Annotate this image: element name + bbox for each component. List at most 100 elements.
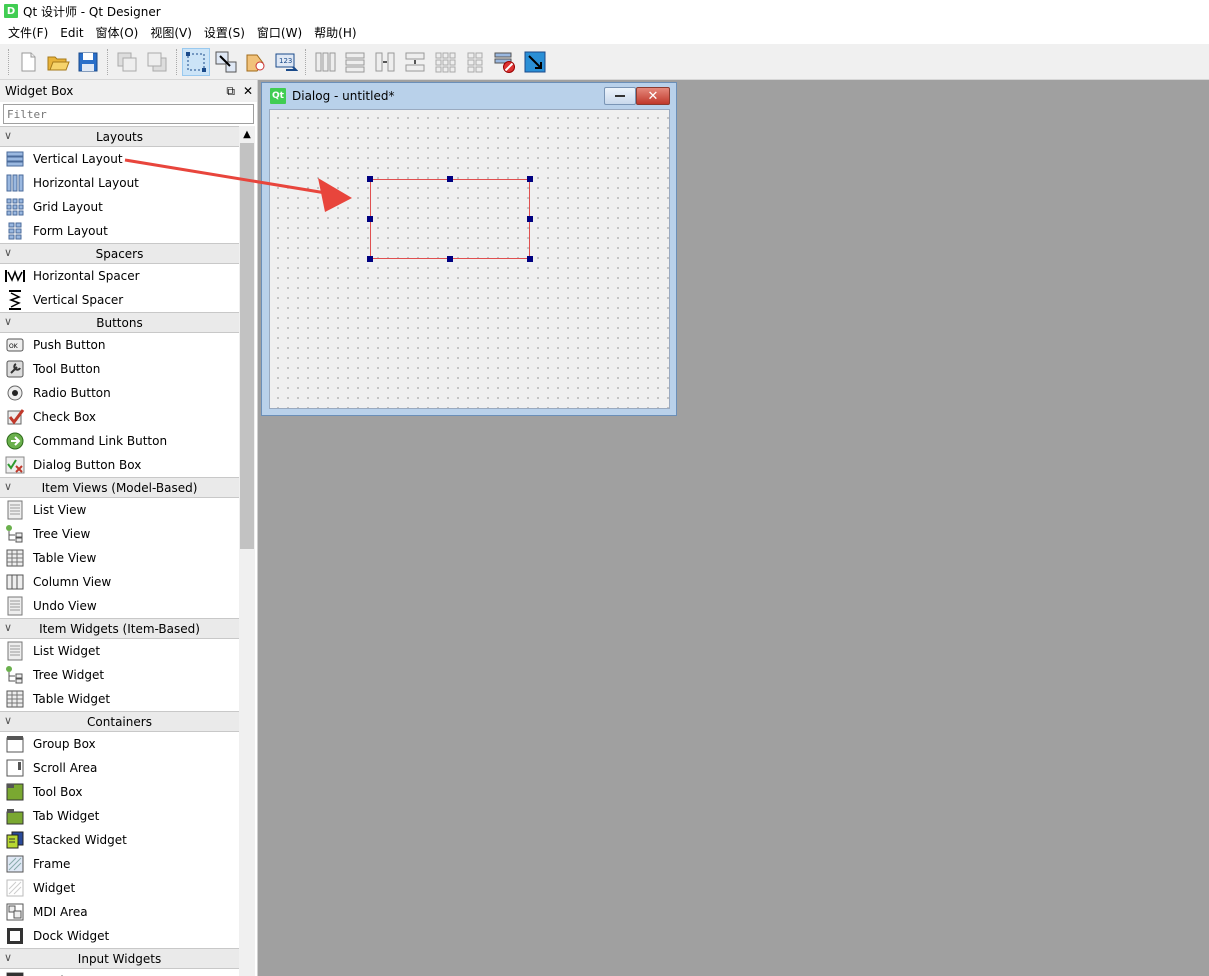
filter-input[interactable] [3,104,254,124]
frame-icon [5,854,25,874]
resize-handle[interactable] [367,216,373,222]
widget-item-horizontal-spacer[interactable]: Horizontal Spacer [0,264,239,288]
layout-horizontal-button[interactable] [311,48,339,76]
category-spacers[interactable]: ∨ Spacers [0,243,239,264]
widget-item-label: Widget [33,881,76,895]
resize-handle[interactable] [527,216,533,222]
new-file-button[interactable] [14,48,42,76]
bring-to-front-button[interactable] [113,48,141,76]
category-buttons[interactable]: ∨ Buttons [0,312,239,333]
category-input-widgets[interactable]: ∨ Input Widgets [0,948,239,969]
widget-item-combo-box[interactable]: Combo Box [0,969,239,976]
tree-widget-icon [5,665,25,685]
list-view-icon [5,500,25,520]
vertical-layout-placeholder[interactable] [370,179,530,259]
dialog-button-box-icon [5,455,25,475]
widget-item-horizontal-layout[interactable]: Horizontal Layout [0,171,239,195]
adjust-size-button[interactable] [521,48,549,76]
widget-item-widget[interactable]: Widget [0,876,239,900]
widget-item-table-widget[interactable]: Table Widget [0,687,239,711]
menu-form[interactable]: 窗体(O) [90,22,145,44]
widget-item-tree-widget[interactable]: Tree Widget [0,663,239,687]
widget-item-tab-widget[interactable]: Tab Widget [0,804,239,828]
menu-help[interactable]: 帮助(H) [308,22,362,44]
widget-item-list-view[interactable]: List View [0,498,239,522]
save-button[interactable] [74,48,102,76]
widget-item-undo-view[interactable]: Undo View [0,594,239,618]
resize-handle[interactable] [367,176,373,182]
edit-widgets-button[interactable] [182,47,210,76]
float-icon[interactable]: ⧉ [226,84,235,99]
widget-item-dialog-button-box[interactable]: Dialog Button Box [0,453,239,477]
widget-item-column-view[interactable]: Column View [0,570,239,594]
command-link-icon [5,431,25,451]
edit-signals-slots-button[interactable] [212,48,240,76]
widget-item-grid-layout[interactable]: Grid Layout [0,195,239,219]
widget-item-label: Table Widget [33,692,111,706]
layout-vertical-button[interactable] [341,48,369,76]
resize-handle[interactable] [447,256,453,262]
resize-handle[interactable] [527,256,533,262]
resize-handle[interactable] [447,176,453,182]
svg-text:123: 123 [279,57,292,65]
resize-handle[interactable] [527,176,533,182]
minimize-button[interactable] [604,87,636,105]
layout-horizontal-splitter-button[interactable] [371,48,399,76]
widget-item-radio-button[interactable]: Radio Button [0,381,239,405]
close-button[interactable]: ✕ [636,87,670,105]
widget-item-label: Vertical Spacer [33,293,124,307]
widget-list: ∨ Layouts Vertical Layout Horizontal Layout… [0,126,239,976]
widget-item-group-box[interactable]: Group Box [0,732,239,756]
dock-widget-icon [5,926,25,946]
toolbar: 123 [0,44,1209,80]
widget-item-tool-button[interactable]: Tool Button [0,357,239,381]
widget-item-tool-box[interactable]: Tool Box [0,780,239,804]
tool-button-icon [5,359,25,379]
horizontal-spacer-icon [5,266,25,286]
widget-item-table-view[interactable]: Table View [0,546,239,570]
menu-window[interactable]: 窗口(W) [251,22,308,44]
widget-item-check-box[interactable]: Check Box [0,405,239,429]
widget-box-scrollbar[interactable]: ▲ [239,126,255,976]
widget-item-command-link-button[interactable]: Command Link Button [0,429,239,453]
widget-item-mdi-area[interactable]: MDI Area [0,900,239,924]
widget-item-vertical-spacer[interactable]: Vertical Spacer [0,288,239,312]
window-titlebar: D Qt 设计师 - Qt Designer [0,0,1209,22]
resize-handle[interactable] [367,256,373,262]
dialog-title: Dialog - untitled* [292,89,395,103]
category-item-widgets-item-based[interactable]: ∨ Item Widgets (Item-Based) [0,618,239,639]
menu-settings[interactable]: 设置(S) [198,22,251,44]
break-layout-button[interactable] [491,48,519,76]
widget-item-frame[interactable]: Frame [0,852,239,876]
widget-item-vertical-layout[interactable]: Vertical Layout [0,147,239,171]
layout-form-button[interactable] [461,48,489,76]
scroll-up-icon[interactable]: ▲ [239,126,255,142]
widget-item-label: Tool Button [33,362,101,376]
widget-item-dock-widget[interactable]: Dock Widget [0,924,239,948]
widget-item-list-widget[interactable]: List Widget [0,639,239,663]
form-canvas[interactable] [269,109,670,409]
category-item-views-model-based[interactable]: ∨ Item Views (Model-Based) [0,477,239,498]
widget-item-form-layout[interactable]: Form Layout [0,219,239,243]
layout-vertical-icon [345,52,365,72]
layout-grid-button[interactable] [431,48,459,76]
category-containers[interactable]: ∨ Containers [0,711,239,732]
close-icon[interactable]: ✕ [243,84,253,99]
layout-vertical-splitter-button[interactable] [401,48,429,76]
widget-item-tree-view[interactable]: Tree View [0,522,239,546]
widget-item-push-button[interactable]: OK Push Button [0,333,239,357]
edit-buddies-button[interactable] [242,48,270,76]
scrollbar-thumb[interactable] [240,143,254,549]
menu-view[interactable]: 视图(V) [144,22,198,44]
undo-view-icon [5,596,25,616]
widget-item-stacked-widget[interactable]: Stacked Widget [0,828,239,852]
category-layouts[interactable]: ∨ Layouts [0,126,239,147]
edit-tab-order-button[interactable]: 123 [272,48,300,76]
menu-file[interactable]: 文件(F) [2,22,54,44]
send-to-back-button[interactable] [143,48,171,76]
open-button[interactable] [44,48,72,76]
widget-item-scroll-area[interactable]: Scroll Area [0,756,239,780]
dialog-window[interactable]: Qt Dialog - untitled* ✕ [261,82,677,416]
menu-edit[interactable]: Edit [54,22,89,44]
dialog-titlebar[interactable]: Qt Dialog - untitled* ✕ [262,83,676,109]
